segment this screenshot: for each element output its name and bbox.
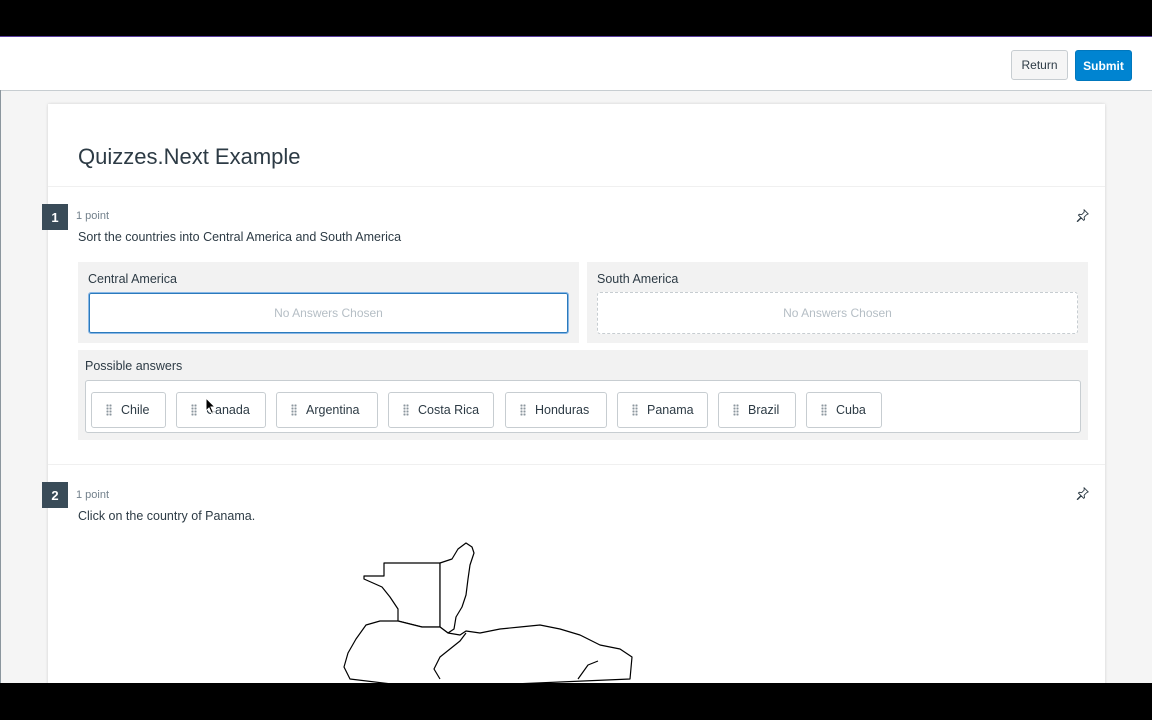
- question-prompt: Click on the country of Panama.: [78, 509, 256, 523]
- answer-chip-canada[interactable]: Canada: [176, 392, 266, 428]
- answer-chip-label: Honduras: [535, 403, 590, 417]
- quiz-title: Quizzes.Next Example: [78, 144, 301, 169]
- answer-chip-chile[interactable]: Chile: [91, 392, 166, 428]
- drag-handle-icon: [821, 404, 827, 416]
- bucket-central-america: Central America No Answers Chosen: [78, 262, 579, 343]
- question-points: 1 point: [76, 210, 110, 222]
- pin-icon[interactable]: [1074, 207, 1090, 223]
- answer-chip-argentina[interactable]: Argentina: [276, 392, 378, 428]
- drag-handle-icon: [291, 404, 297, 416]
- pin-icon: [1076, 208, 1089, 222]
- left-border: [0, 90, 1, 683]
- possible-answers-tray: Chile Canada Argentina Costa Rica Hondur…: [85, 380, 1081, 433]
- mouse-pointer-icon: [205, 397, 217, 415]
- drag-handle-icon: [520, 404, 526, 416]
- map-region-south: [343, 620, 633, 683]
- drag-handle-icon: [403, 404, 409, 416]
- question-number: 1: [42, 204, 68, 230]
- top-toolbar: Return Submit: [0, 37, 1152, 91]
- answer-chip-brazil[interactable]: Brazil: [718, 392, 796, 428]
- answer-chip-label: Argentina: [306, 403, 360, 417]
- question-points: 1 point: [76, 489, 110, 501]
- answer-chip-honduras[interactable]: Honduras: [505, 392, 607, 428]
- answer-chip-cuba[interactable]: Cuba: [806, 392, 882, 428]
- bucket-south-america: South America No Answers Chosen: [587, 262, 1088, 343]
- pin-icon: [1076, 486, 1089, 500]
- central-america-map[interactable]: [330, 539, 650, 683]
- submit-button[interactable]: Submit: [1075, 50, 1132, 81]
- pin-icon[interactable]: [1074, 485, 1090, 501]
- drag-handle-icon: [632, 404, 638, 416]
- answer-chip-label: Brazil: [748, 403, 780, 417]
- divider: [48, 186, 1105, 187]
- bucket-label: Central America: [88, 272, 177, 286]
- map-region-north: [363, 562, 441, 628]
- question-number: 2: [42, 482, 68, 508]
- quiz-viewport: Return Submit Quizzes.Next Example 1 1 p…: [0, 36, 1152, 683]
- map-region-belize: [439, 542, 475, 634]
- central-america-dropzone[interactable]: No Answers Chosen: [88, 292, 569, 334]
- answer-chip-label: Cuba: [836, 403, 866, 417]
- possible-answers-label: Possible answers: [85, 359, 183, 373]
- answer-chip-label: Panama: [647, 403, 694, 417]
- divider: [48, 464, 1105, 465]
- answer-chip-label: Chile: [121, 403, 150, 417]
- question-prompt: Sort the countries into Central America …: [78, 230, 402, 244]
- return-button[interactable]: Return: [1011, 50, 1068, 80]
- drag-handle-icon: [191, 404, 197, 416]
- answer-chip-label: Costa Rica: [418, 403, 480, 417]
- drag-handle-icon: [733, 404, 739, 416]
- possible-answers-panel: Possible answers Chile Canada Argentina …: [78, 350, 1088, 440]
- answer-chip-costa-rica[interactable]: Costa Rica: [388, 392, 494, 428]
- bucket-label: South America: [597, 272, 679, 286]
- south-america-dropzone[interactable]: No Answers Chosen: [597, 292, 1078, 334]
- drag-handle-icon: [106, 404, 112, 416]
- answer-chip-panama[interactable]: Panama: [617, 392, 708, 428]
